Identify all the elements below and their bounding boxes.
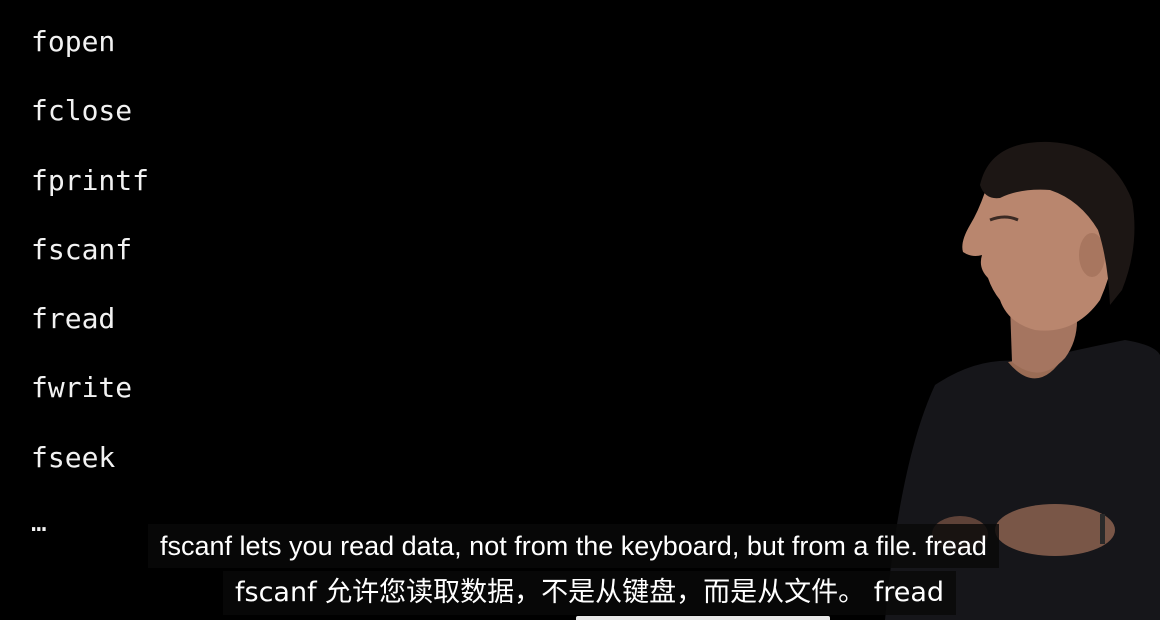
function-ellipsis: … <box>31 508 47 539</box>
function-item: fscanf <box>31 232 133 266</box>
caption-english: fscanf lets you read data, not from the … <box>148 524 999 568</box>
function-item: fwrite <box>31 371 133 405</box>
function-item: fprintf <box>31 163 150 197</box>
function-list: fopen fclose fprintf fscanf fread fwrite… <box>31 20 149 574</box>
function-item: fseek <box>31 440 116 474</box>
video-frame[interactable]: fopen fclose fprintf fscanf fread fwrite… <box>0 0 1160 620</box>
function-item: fopen <box>31 25 116 58</box>
function-item: fread <box>31 302 116 336</box>
caption-chinese: fscanf 允许您读取数据，不是从键盘，而是从文件。 fread <box>223 571 957 615</box>
function-item: fclose <box>31 94 133 128</box>
video-progress-bar[interactable] <box>576 616 830 620</box>
